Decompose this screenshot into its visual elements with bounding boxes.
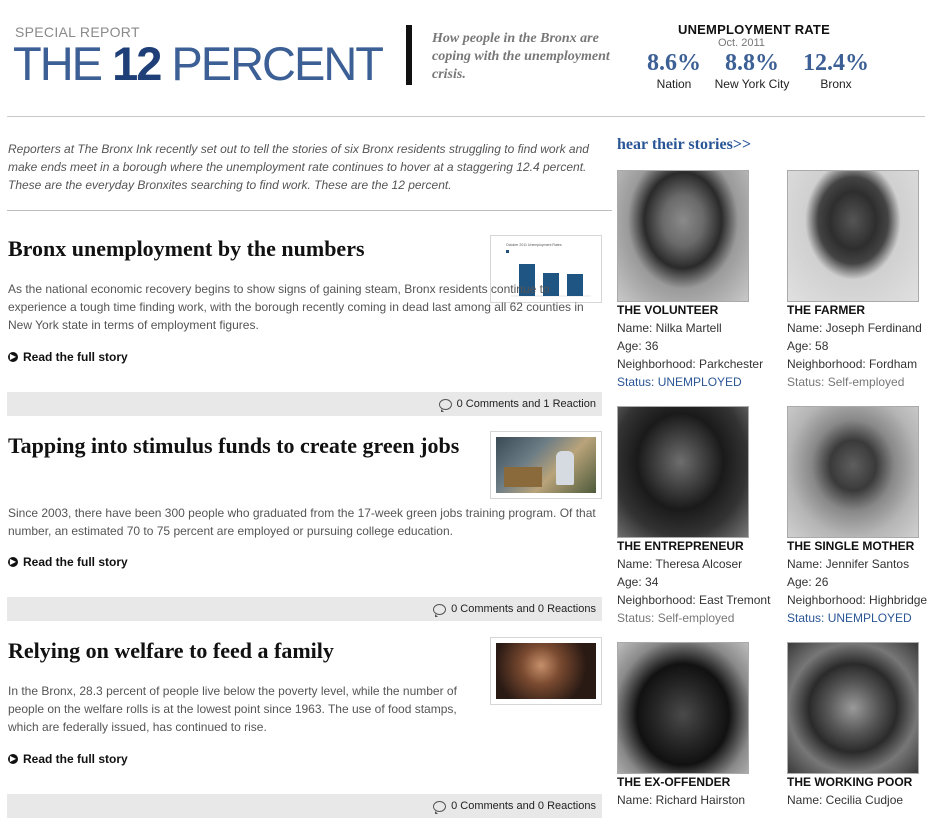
comments-link[interactable]: 0 Comments and 1 Reaction xyxy=(438,398,596,412)
arrow-right-icon: ▶ xyxy=(8,352,18,362)
rate-value: 12.4% xyxy=(803,50,869,76)
person-neighborhood: Neighborhood: East Tremont xyxy=(617,593,771,607)
thumb-legend-swatch xyxy=(506,250,509,253)
rate-name: New York City xyxy=(714,77,790,91)
person-role[interactable]: THE FARMER xyxy=(787,303,865,317)
article-summary: In the Bronx, 28.3 percent of people liv… xyxy=(8,684,457,734)
rate-nyc: 8.8% New York City xyxy=(710,50,794,91)
comments-link[interactable]: 0 Comments and 0 Reactions xyxy=(433,603,596,617)
article-title[interactable]: Tapping into stimulus funds to create gr… xyxy=(8,432,478,459)
comment-bubble-icon xyxy=(433,800,447,814)
title-number: 12 xyxy=(112,37,162,90)
person-name: Name: Cecilia Cudjoe xyxy=(787,793,904,807)
rate-value: 8.6% xyxy=(647,50,701,76)
person-name: Name: Joseph Ferdinand xyxy=(787,321,922,335)
comment-bubble-icon xyxy=(433,603,447,617)
rate-bronx: 12.4% Bronx xyxy=(794,50,878,91)
portrait-farmer[interactable] xyxy=(787,170,919,302)
read-more-label: Read the full story xyxy=(23,752,128,766)
unemployment-date: Oct. 2011 xyxy=(718,37,765,49)
portrait-working-poor[interactable] xyxy=(787,642,919,774)
comments-count: 0 Comments and 0 Reactions xyxy=(451,603,596,615)
article-thumbnail-photo[interactable] xyxy=(490,637,602,705)
intro-rule xyxy=(7,210,612,211)
comments-count: 0 Comments and 0 Reactions xyxy=(451,800,596,812)
photo-crate xyxy=(504,467,542,487)
comments-bar: 0 Comments and 0 Reactions xyxy=(7,597,602,621)
rate-name: Bronx xyxy=(820,77,852,91)
person-role[interactable]: THE ENTREPRENEUR xyxy=(617,539,744,553)
photo-green-jobs xyxy=(496,437,596,493)
person-status: Status: Self-employed xyxy=(617,611,735,625)
rate-value: 8.8% xyxy=(725,50,779,76)
portrait-ex-offender[interactable] xyxy=(617,642,749,774)
read-more-link[interactable]: ▶ Read the full story xyxy=(8,555,128,569)
portrait-volunteer[interactable] xyxy=(617,170,749,302)
person-role[interactable]: THE WORKING POOR xyxy=(787,775,912,789)
comment-bubble-icon xyxy=(438,398,452,412)
arrow-right-icon: ▶ xyxy=(8,754,18,764)
person-name: Name: Nilka Martell xyxy=(617,321,722,335)
person-age: Age: 26 xyxy=(787,575,829,589)
portrait-entrepreneur[interactable] xyxy=(617,406,749,538)
article-title[interactable]: Relying on welfare to feed a family xyxy=(8,637,478,664)
hear-stories-link[interactable]: hear their stories>> xyxy=(617,136,751,154)
person-neighborhood: Neighborhood: Parkchester xyxy=(617,357,764,371)
article-title[interactable]: Bronx unemployment by the numbers xyxy=(8,235,478,262)
person-role[interactable]: THE SINGLE MOTHER xyxy=(787,539,914,553)
portrait-single-mother[interactable] xyxy=(787,406,919,538)
header-rule xyxy=(7,116,925,117)
photo-welfare xyxy=(496,643,596,699)
article-summary: Since 2003, there have been 300 people w… xyxy=(8,506,596,538)
rate-name: Nation xyxy=(656,77,692,91)
comments-count: 0 Comments and 1 Reaction xyxy=(456,398,596,410)
person-status: Status: UNEMPLOYED xyxy=(787,611,912,625)
photo-figure xyxy=(556,451,574,485)
person-age: Age: 58 xyxy=(787,339,829,353)
person-neighborhood: Neighborhood: Fordham xyxy=(787,357,918,371)
article-thumbnail-photo[interactable] xyxy=(490,431,602,499)
read-more-label: Read the full story xyxy=(23,555,128,569)
person-name: Name: Theresa Alcoser xyxy=(617,557,743,571)
tagline: How people in the Bronx are coping with … xyxy=(432,31,610,82)
arrow-right-icon: ▶ xyxy=(8,557,18,567)
person-age: Age: 36 xyxy=(617,339,659,353)
read-more-link[interactable]: ▶ Read the full story xyxy=(8,752,128,766)
header-divider xyxy=(406,25,412,85)
person-name: Name: Richard Hairston xyxy=(617,793,746,807)
rate-nation: 8.6% Nation xyxy=(632,50,716,91)
person-neighborhood: Neighborhood: Highbridge xyxy=(787,593,928,607)
comments-bar: 0 Comments and 1 Reaction xyxy=(7,392,602,416)
read-more-link[interactable]: ▶ Read the full story xyxy=(8,350,128,364)
comments-link[interactable]: 0 Comments and 0 Reactions xyxy=(433,800,596,814)
intro-text: Reporters at The Bronx Ink recently set … xyxy=(8,142,589,192)
page-title: THE 12 PERCENT xyxy=(13,37,384,90)
read-more-label: Read the full story xyxy=(23,350,128,364)
person-age: Age: 34 xyxy=(617,575,659,589)
comments-bar: 0 Comments and 0 Reactions xyxy=(7,794,602,818)
article-summary: As the national economic recovery begins… xyxy=(8,282,584,332)
person-name: Name: Jennifer Santos xyxy=(787,557,910,571)
title-suffix: PERCENT xyxy=(160,37,384,90)
person-role[interactable]: THE VOLUNTEER xyxy=(617,303,718,317)
person-status: Status: UNEMPLOYED xyxy=(617,375,742,389)
thumb-chart-title: October 2011 Unemployment Rates xyxy=(506,243,562,247)
unemployment-label: UNEMPLOYMENT RATE xyxy=(678,22,830,37)
title-prefix: THE xyxy=(13,37,113,90)
person-status: Status: Self-employed xyxy=(787,375,905,389)
person-role[interactable]: THE EX-OFFENDER xyxy=(617,775,730,789)
